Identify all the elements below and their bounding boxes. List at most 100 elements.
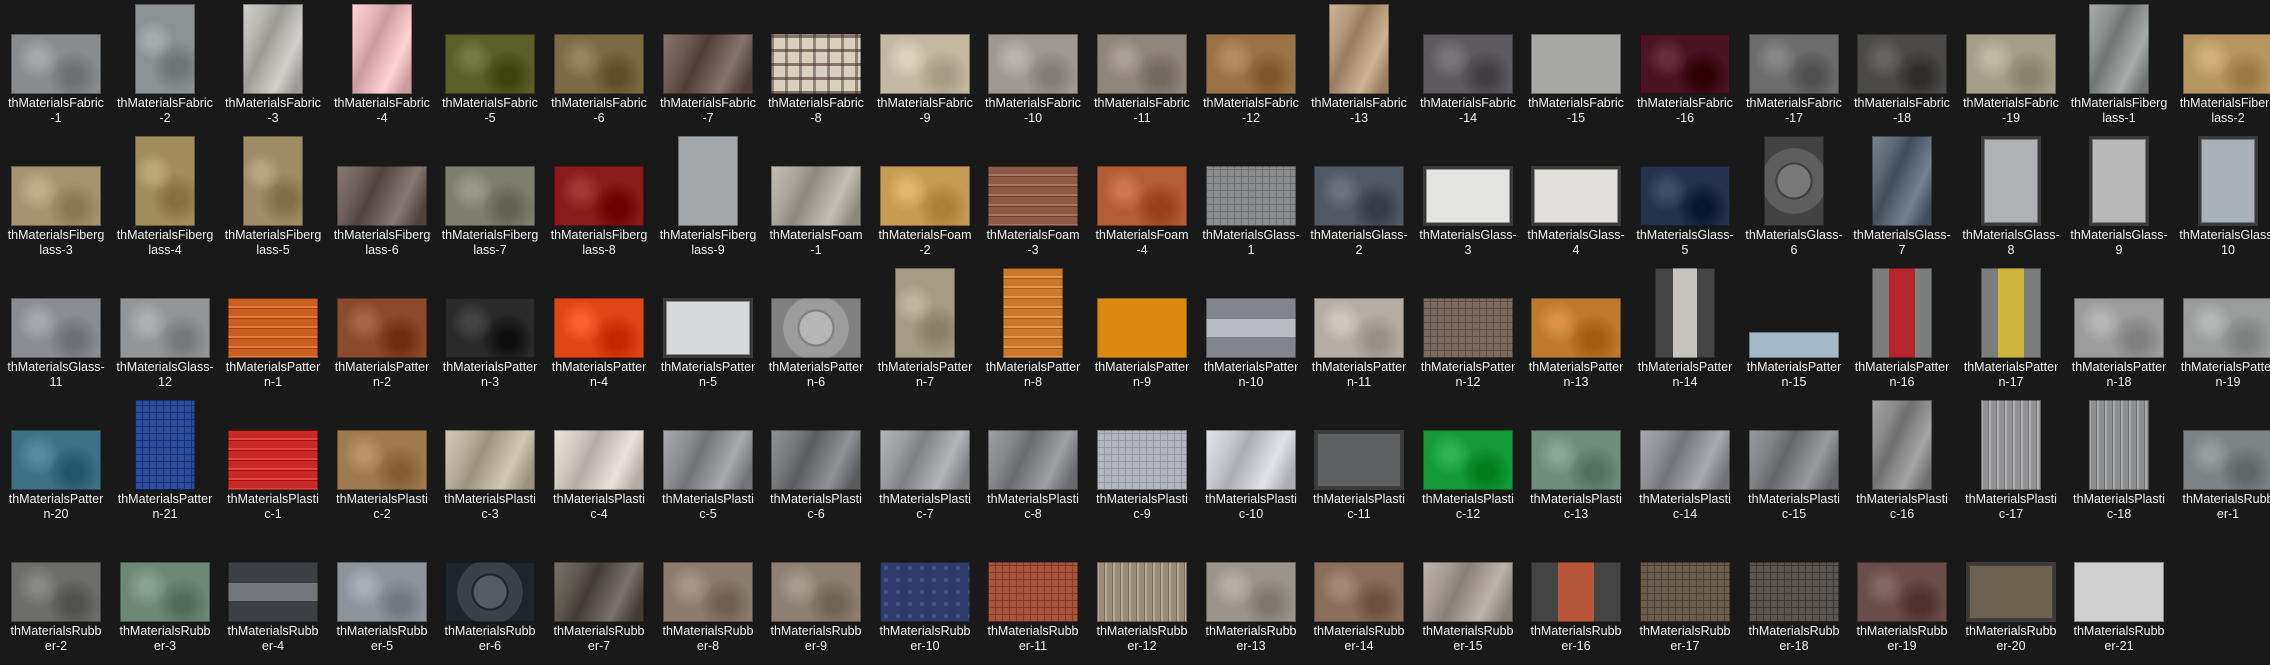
file-item[interactable]: thMaterialsFabric -13: [1305, 4, 1413, 129]
file-item[interactable]: thMaterialsPatter n-9: [1088, 268, 1196, 393]
file-item[interactable]: thMaterialsPlasti c-7: [871, 400, 979, 525]
file-item[interactable]: thMaterialsRubb er-19: [1848, 532, 1956, 657]
file-item[interactable]: thMaterialsFabric -5: [436, 4, 544, 129]
file-item[interactable]: thMaterialsPatter n-3: [436, 268, 544, 393]
file-item[interactable]: thMaterialsPatter n-18: [2065, 268, 2173, 393]
file-item[interactable]: thMaterialsFiberg lass-9: [654, 136, 762, 261]
file-item[interactable]: thMaterialsRubb er-21: [2065, 532, 2173, 657]
file-item[interactable]: thMaterialsRubb er-9: [762, 532, 870, 657]
file-item[interactable]: thMaterialsFabric -10: [979, 4, 1087, 129]
file-item[interactable]: thMaterialsPatter n-10: [1197, 268, 1305, 393]
file-item[interactable]: thMaterialsPlasti c-4: [545, 400, 653, 525]
file-item[interactable]: thMaterialsPlasti c-13: [1522, 400, 1630, 525]
file-item[interactable]: thMaterialsPatter n-14: [1631, 268, 1739, 393]
file-item[interactable]: thMaterialsPlasti c-17: [1957, 400, 2065, 525]
file-item[interactable]: thMaterialsRubb er-12: [1088, 532, 1196, 657]
file-item[interactable]: thMaterialsFiberg lass-6: [328, 136, 436, 261]
file-item[interactable]: thMaterialsPlasti c-18: [2065, 400, 2173, 525]
file-item[interactable]: thMaterialsFabric -6: [545, 4, 653, 129]
file-item[interactable]: thMaterialsPatter n-19: [2174, 268, 2270, 393]
file-item[interactable]: thMaterialsRubb er-1: [2174, 400, 2270, 525]
file-item[interactable]: thMaterialsPatter n-17: [1957, 268, 2065, 393]
file-item[interactable]: thMaterialsPlasti c-15: [1740, 400, 1848, 525]
file-item[interactable]: thMaterialsFabric -12: [1197, 4, 1305, 129]
file-item[interactable]: thMaterialsRubb er-10: [871, 532, 979, 657]
file-item[interactable]: thMaterialsGlass- 7: [1848, 136, 1956, 261]
file-item[interactable]: thMaterialsFabric -11: [1088, 4, 1196, 129]
file-item[interactable]: thMaterialsFiberg lass-4: [111, 136, 219, 261]
file-item[interactable]: thMaterialsPatter n-15: [1740, 268, 1848, 393]
file-item[interactable]: thMaterialsPatter n-8: [979, 268, 1087, 393]
file-item[interactable]: thMaterialsFiberg lass-5: [219, 136, 327, 261]
file-item[interactable]: thMaterialsPatter n-21: [111, 400, 219, 525]
file-item[interactable]: thMaterialsGlass- 1: [1197, 136, 1305, 261]
file-item[interactable]: thMaterialsGlass- 2: [1305, 136, 1413, 261]
file-item[interactable]: thMaterialsRubb er-4: [219, 532, 327, 657]
file-item[interactable]: thMaterialsPatter n-5: [654, 268, 762, 393]
file-item[interactable]: thMaterialsPatter n-7: [871, 268, 979, 393]
file-item[interactable]: thMaterialsFiberg lass-3: [2, 136, 110, 261]
file-item[interactable]: thMaterialsGlass- 5: [1631, 136, 1739, 261]
file-item[interactable]: thMaterialsFiberg lass-7: [436, 136, 544, 261]
file-item[interactable]: thMaterialsFabric -2: [111, 4, 219, 129]
file-item[interactable]: thMaterialsRubb er-13: [1197, 532, 1305, 657]
file-item[interactable]: thMaterialsGlass- 6: [1740, 136, 1848, 261]
file-item[interactable]: thMaterialsFabric -15: [1522, 4, 1630, 129]
file-item[interactable]: thMaterialsRubb er-17: [1631, 532, 1739, 657]
file-item[interactable]: thMaterialsPlasti c-8: [979, 400, 1087, 525]
file-item[interactable]: thMaterialsGlass- 9: [2065, 136, 2173, 261]
file-item[interactable]: thMaterialsPlasti c-9: [1088, 400, 1196, 525]
file-item[interactable]: thMaterialsFoam -4: [1088, 136, 1196, 261]
file-item[interactable]: thMaterialsRubb er-15: [1414, 532, 1522, 657]
file-item[interactable]: thMaterialsGlass- 3: [1414, 136, 1522, 261]
file-item[interactable]: thMaterialsFoam -3: [979, 136, 1087, 261]
file-item[interactable]: thMaterialsGlass- 12: [111, 268, 219, 393]
file-item[interactable]: thMaterialsPlasti c-5: [654, 400, 762, 525]
file-item[interactable]: thMaterialsRubb er-20: [1957, 532, 2065, 657]
file-item[interactable]: thMaterialsFiberg lass-2: [2174, 4, 2270, 129]
file-item[interactable]: thMaterialsPlasti c-1: [219, 400, 327, 525]
file-item[interactable]: thMaterialsPlasti c-3: [436, 400, 544, 525]
file-item[interactable]: thMaterialsPlasti c-11: [1305, 400, 1413, 525]
file-item[interactable]: thMaterialsGlass- 10: [2174, 136, 2270, 261]
file-item[interactable]: thMaterialsRubb er-2: [2, 532, 110, 657]
file-item[interactable]: thMaterialsFabric -19: [1957, 4, 2065, 129]
file-item[interactable]: thMaterialsFoam -2: [871, 136, 979, 261]
file-item[interactable]: thMaterialsFabric -3: [219, 4, 327, 129]
file-item[interactable]: thMaterialsFabric -17: [1740, 4, 1848, 129]
file-item[interactable]: thMaterialsRubb er-6: [436, 532, 544, 657]
file-item[interactable]: thMaterialsRubb er-3: [111, 532, 219, 657]
file-item[interactable]: thMaterialsFoam -1: [762, 136, 870, 261]
file-item[interactable]: thMaterialsGlass- 8: [1957, 136, 2065, 261]
file-item[interactable]: thMaterialsRubb er-8: [654, 532, 762, 657]
file-item[interactable]: thMaterialsFiberg lass-1: [2065, 4, 2173, 129]
file-item[interactable]: thMaterialsPatter n-1: [219, 268, 327, 393]
file-item[interactable]: thMaterialsFabric -7: [654, 4, 762, 129]
file-item[interactable]: thMaterialsPatter n-13: [1522, 268, 1630, 393]
file-item[interactable]: thMaterialsPatter n-6: [762, 268, 870, 393]
file-item[interactable]: thMaterialsFabric -16: [1631, 4, 1739, 129]
file-item[interactable]: thMaterialsFabric -8: [762, 4, 870, 129]
file-item[interactable]: thMaterialsFabric -14: [1414, 4, 1522, 129]
file-item[interactable]: thMaterialsFiberg lass-8: [545, 136, 653, 261]
file-item[interactable]: thMaterialsGlass- 4: [1522, 136, 1630, 261]
file-item[interactable]: thMaterialsPatter n-12: [1414, 268, 1522, 393]
file-item[interactable]: thMaterialsPatter n-11: [1305, 268, 1413, 393]
file-item[interactable]: thMaterialsPlasti c-12: [1414, 400, 1522, 525]
file-item[interactable]: thMaterialsFabric -9: [871, 4, 979, 129]
file-item[interactable]: thMaterialsPatter n-2: [328, 268, 436, 393]
file-item[interactable]: thMaterialsPlasti c-6: [762, 400, 870, 525]
file-item[interactable]: thMaterialsRubb er-14: [1305, 532, 1413, 657]
file-item[interactable]: thMaterialsRubb er-11: [979, 532, 1087, 657]
file-item[interactable]: thMaterialsRubb er-16: [1522, 532, 1630, 657]
file-item[interactable]: thMaterialsPlasti c-10: [1197, 400, 1305, 525]
file-item[interactable]: thMaterialsFabric -1: [2, 4, 110, 129]
file-item[interactable]: thMaterialsRubb er-5: [328, 532, 436, 657]
file-item[interactable]: thMaterialsGlass- 11: [2, 268, 110, 393]
file-item[interactable]: thMaterialsFabric -4: [328, 4, 436, 129]
file-item[interactable]: thMaterialsPlasti c-2: [328, 400, 436, 525]
file-item[interactable]: thMaterialsRubb er-7: [545, 532, 653, 657]
file-item[interactable]: thMaterialsPlasti c-16: [1848, 400, 1956, 525]
file-item[interactable]: thMaterialsPlasti c-14: [1631, 400, 1739, 525]
file-item[interactable]: thMaterialsFabric -18: [1848, 4, 1956, 129]
